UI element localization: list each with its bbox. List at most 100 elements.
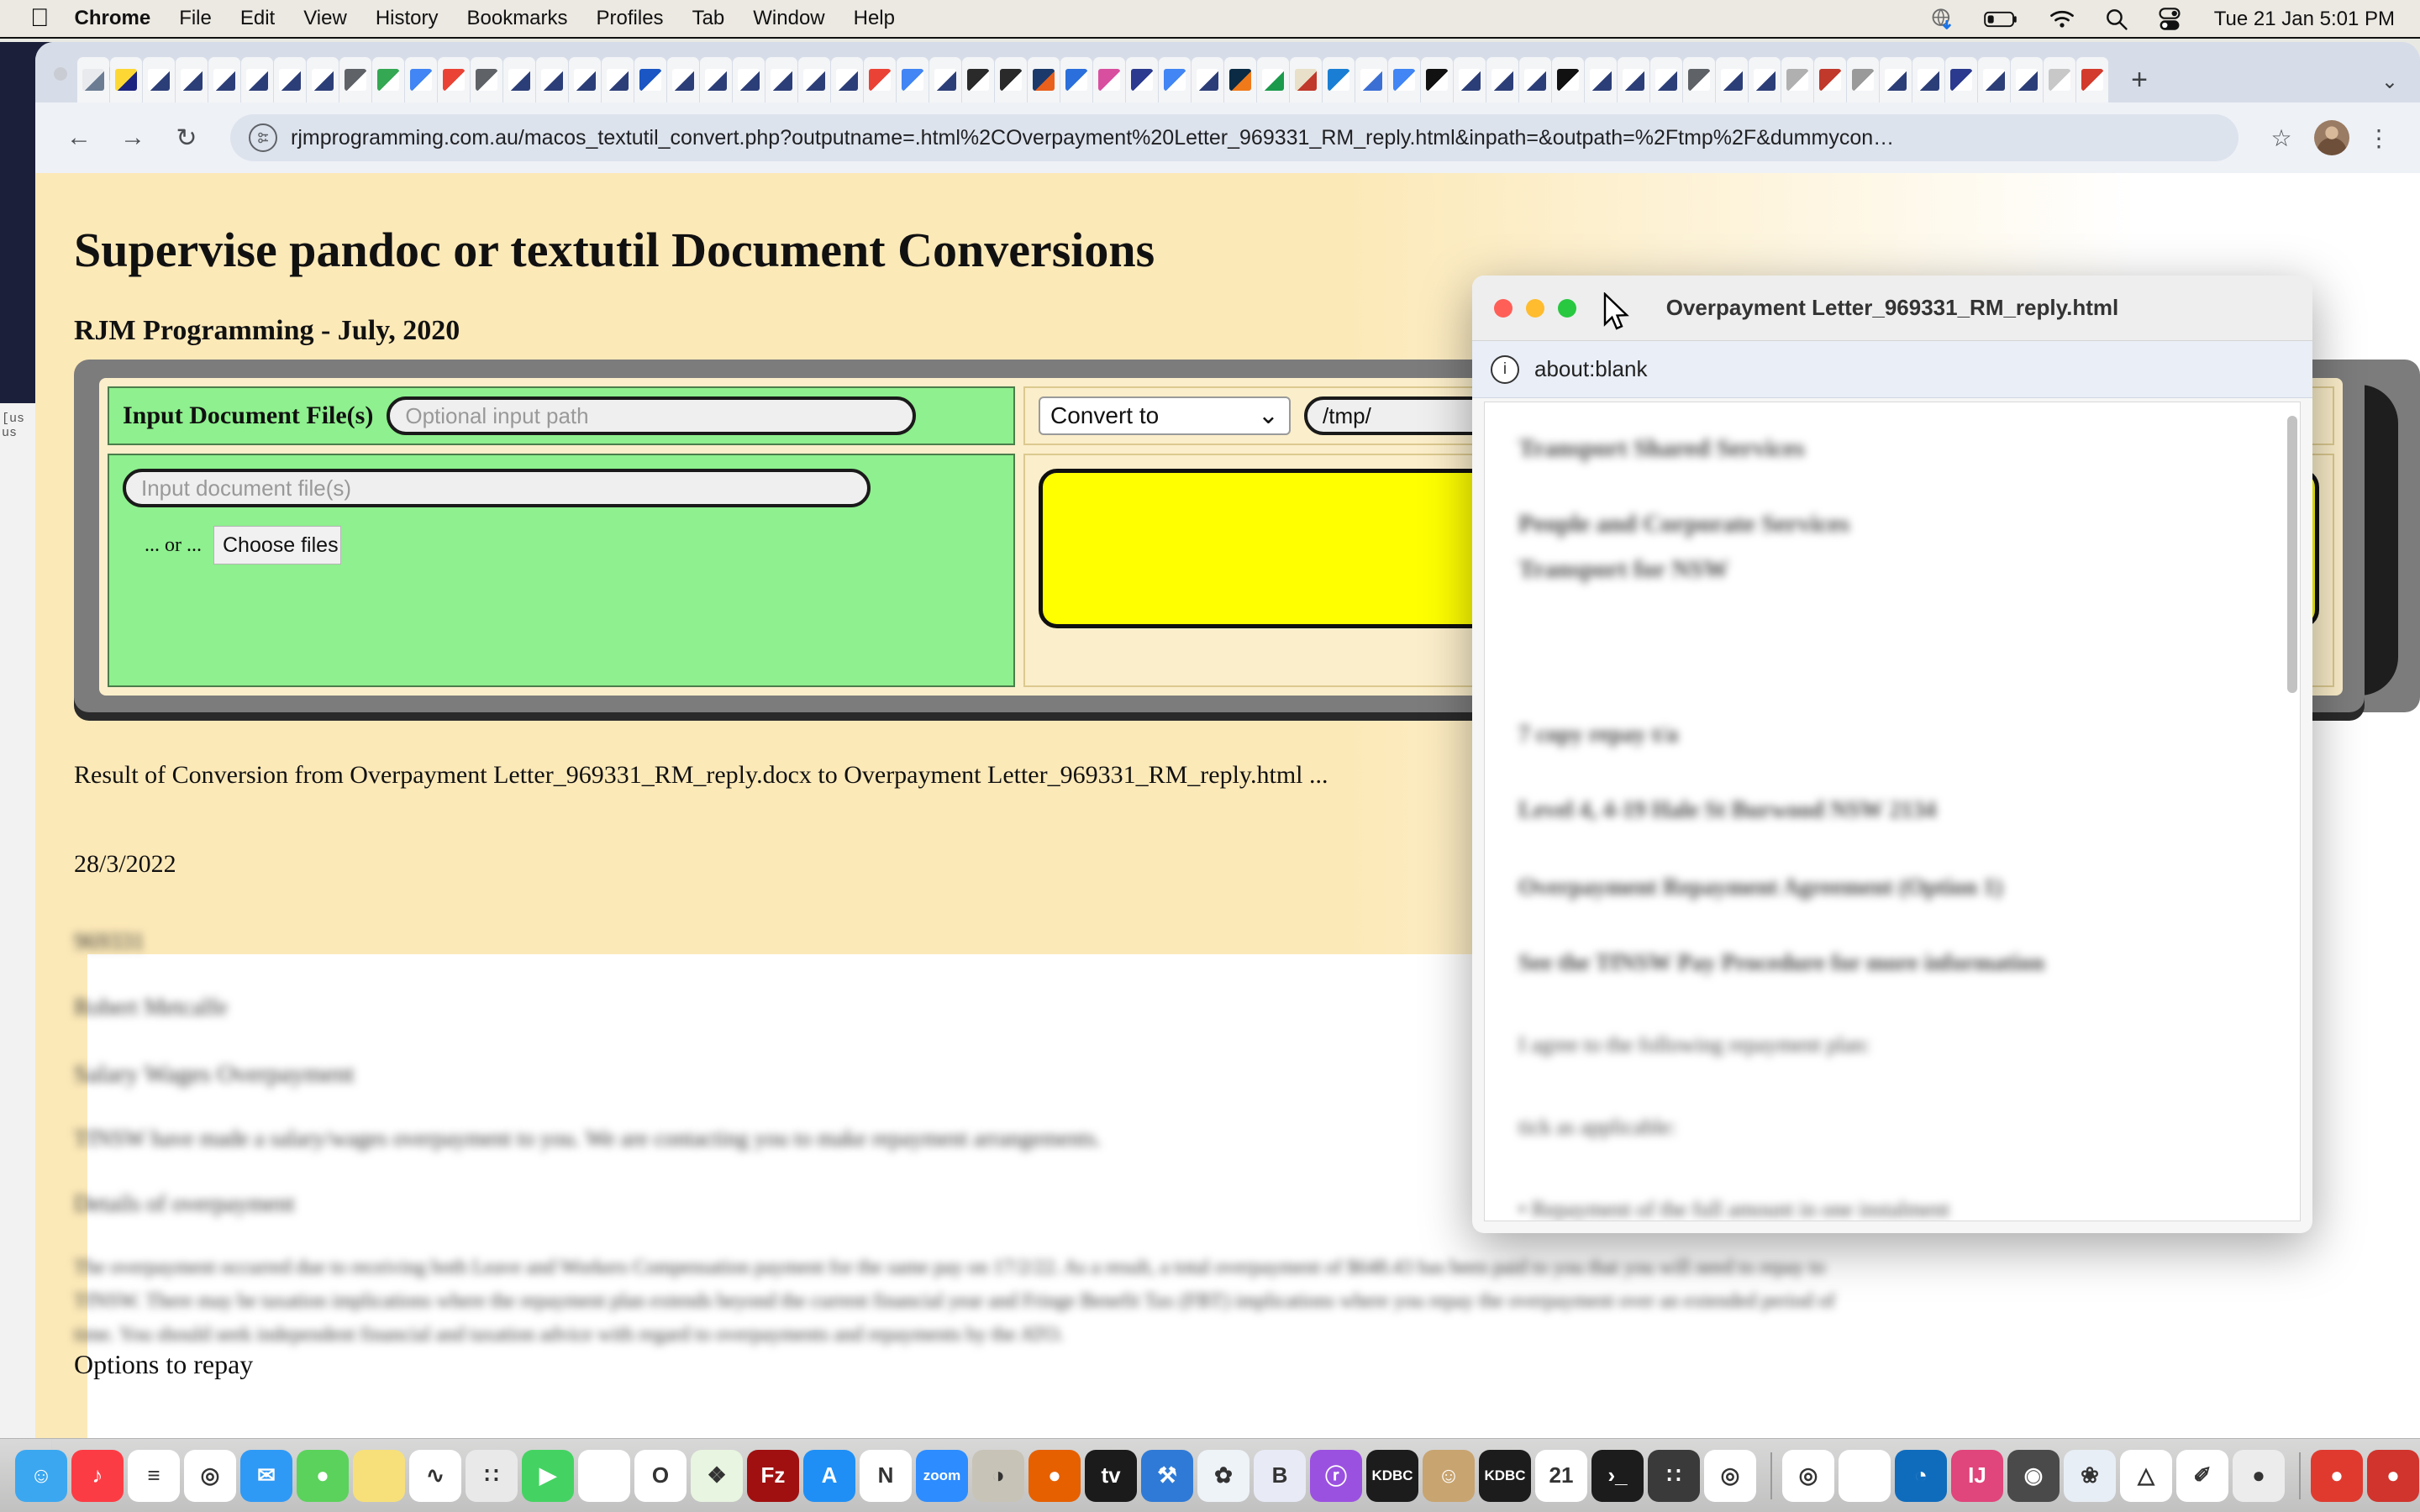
browser-tab[interactable] — [1126, 57, 1158, 102]
dock-icon-facetime[interactable]: ▶ — [522, 1450, 574, 1502]
menu-item-bookmarks[interactable]: Bookmarks — [466, 7, 567, 30]
browser-tab[interactable] — [503, 57, 535, 102]
browser-tab[interactable] — [471, 57, 502, 102]
browser-tab[interactable] — [733, 57, 765, 102]
menu-bar-clock[interactable]: Tue 21 Jan 5:01 PM — [2214, 8, 2395, 31]
info-circle-icon[interactable]: i — [1491, 355, 1519, 384]
dock-icon-mail[interactable]: ✉ — [240, 1450, 292, 1502]
globe-download-icon[interactable] — [1930, 8, 1954, 31]
address-bar[interactable]: rjmprogramming.com.au/macos_textutil_con… — [230, 114, 2238, 161]
apple-logo-icon[interactable]:  — [30, 6, 50, 31]
browser-tab[interactable] — [1945, 57, 1977, 102]
dock-icon-news[interactable]: N — [860, 1450, 912, 1502]
dock-icon-preview[interactable]: ❀ — [2064, 1450, 2116, 1502]
dock-icon-calendar[interactable]: 21 — [1535, 1450, 1587, 1502]
browser-tab[interactable] — [602, 57, 634, 102]
dock-icon-chrome-2[interactable]: ◎ — [1782, 1450, 1834, 1502]
browser-tab[interactable] — [1585, 57, 1617, 102]
browser-tab[interactable] — [307, 57, 339, 102]
dock-icon-opera[interactable]: O — [634, 1450, 687, 1502]
dock-icon-affinity[interactable]: ● — [2367, 1450, 2419, 1502]
dock-icon-maps[interactable]: ❖ — [691, 1450, 743, 1502]
bookmark-star-icon[interactable]: ☆ — [2260, 117, 2302, 159]
tab-search-chevron-down-icon[interactable]: ⌄ — [2381, 70, 2398, 94]
popup-url-text[interactable]: about:blank — [1534, 356, 1647, 382]
browser-tab[interactable] — [1650, 57, 1682, 102]
popup-maximize-button[interactable] — [1558, 299, 1576, 318]
control-center-icon[interactable] — [2159, 8, 2181, 31]
browser-tab[interactable] — [2011, 57, 2043, 102]
browser-tab[interactable] — [1192, 57, 1223, 102]
browser-tab[interactable] — [1618, 57, 1649, 102]
browser-tab[interactable] — [1224, 57, 1256, 102]
dock-icon-textedit-doc[interactable] — [1839, 1450, 1891, 1502]
browser-tab[interactable] — [1486, 57, 1518, 102]
browser-tab[interactable] — [1912, 57, 1944, 102]
browser-tab[interactable] — [1552, 57, 1584, 102]
dock-icon-stocks[interactable]: ∿ — [409, 1450, 461, 1502]
dock-icon-messages[interactable]: ● — [297, 1450, 349, 1502]
browser-tab[interactable] — [208, 57, 240, 102]
browser-tab[interactable] — [2076, 57, 2108, 102]
menu-item-profiles[interactable]: Profiles — [597, 7, 664, 30]
wifi-icon[interactable] — [2049, 9, 2075, 29]
browser-tab[interactable] — [241, 57, 273, 102]
browser-tab[interactable] — [700, 57, 732, 102]
browser-tab[interactable] — [1749, 57, 1781, 102]
menu-item-window[interactable]: Window — [753, 7, 824, 30]
dock-icon-calculator[interactable]: ∷ — [1648, 1450, 1700, 1502]
dock-icon-google-drive[interactable]: △ — [2120, 1450, 2172, 1502]
input-files-field[interactable]: Input document file(s) — [123, 469, 871, 507]
dock-icon-finder[interactable]: ☺ — [15, 1450, 67, 1502]
back-button[interactable]: ← — [55, 114, 103, 161]
browser-tab[interactable] — [1159, 57, 1191, 102]
browser-tab[interactable] — [143, 57, 175, 102]
browser-tab[interactable] — [372, 57, 404, 102]
dock-icon-sketchbook[interactable]: ● — [2311, 1450, 2363, 1502]
dock-icon-filezilla[interactable]: Fz — [747, 1450, 799, 1502]
dock-icon-music[interactable]: ♪ — [71, 1450, 124, 1502]
browser-tab[interactable] — [1716, 57, 1748, 102]
browser-tab[interactable] — [1519, 57, 1551, 102]
close-button[interactable] — [54, 67, 67, 81]
browser-tab[interactable] — [1290, 57, 1322, 102]
convert-to-select[interactable]: Convert to ⌄ — [1039, 396, 1291, 435]
browser-tab[interactable] — [1880, 57, 1912, 102]
dock-icon-intellij[interactable]: IJ — [1951, 1450, 2003, 1502]
browser-tab[interactable] — [1683, 57, 1715, 102]
browser-tab[interactable] — [634, 57, 666, 102]
browser-tab[interactable] — [405, 57, 437, 102]
dock-icon-blender[interactable]: B — [1254, 1450, 1306, 1502]
browser-tab[interactable] — [798, 57, 830, 102]
browser-tab[interactable] — [536, 57, 568, 102]
browser-tab[interactable] — [1093, 57, 1125, 102]
dock-icon-iterm[interactable]: ● — [2233, 1450, 2285, 1502]
choose-files-button[interactable]: Choose files — [213, 526, 341, 564]
dock-icon-gimp[interactable]: ◑ — [972, 1450, 1024, 1502]
popup-close-button[interactable] — [1494, 299, 1512, 318]
browser-tab[interactable] — [176, 57, 208, 102]
popup-scrollbar-thumb[interactable] — [2287, 416, 2297, 693]
menu-item-edit[interactable]: Edit — [240, 7, 275, 30]
battery-icon[interactable] — [1984, 10, 2019, 29]
browser-tab[interactable] — [897, 57, 929, 102]
avatar[interactable] — [2314, 120, 2349, 155]
dock-icon-xcode[interactable]: ⚒ — [1141, 1450, 1193, 1502]
browser-tab[interactable] — [667, 57, 699, 102]
browser-tab[interactable] — [1028, 57, 1060, 102]
browser-tab[interactable] — [765, 57, 797, 102]
dock-icon-inkscape[interactable]: ✐ — [2176, 1450, 2228, 1502]
dock-icon-terminal[interactable]: ›_ — [1591, 1450, 1644, 1502]
browser-tab[interactable] — [1454, 57, 1486, 102]
dock-icon-app-store[interactable]: A — [803, 1450, 855, 1502]
dock-icon-photos[interactable]: ✿ — [1197, 1450, 1249, 1502]
dock-icon-pages-doc[interactable] — [578, 1450, 630, 1502]
optional-input-path-field[interactable]: Optional input path — [387, 396, 916, 435]
url-text[interactable]: rjmprogramming.com.au/macos_textutil_con… — [291, 126, 2220, 150]
dock-icon-android-studio[interactable]: ◉ — [2007, 1450, 2060, 1502]
dock-icon-terminal-kdbc[interactable]: KDBC — [1366, 1450, 1418, 1502]
popup-minimize-button[interactable] — [1526, 299, 1544, 318]
browser-tab[interactable] — [1847, 57, 1879, 102]
dock-icon-notes[interactable] — [353, 1450, 405, 1502]
menu-item-file[interactable]: File — [179, 7, 212, 30]
